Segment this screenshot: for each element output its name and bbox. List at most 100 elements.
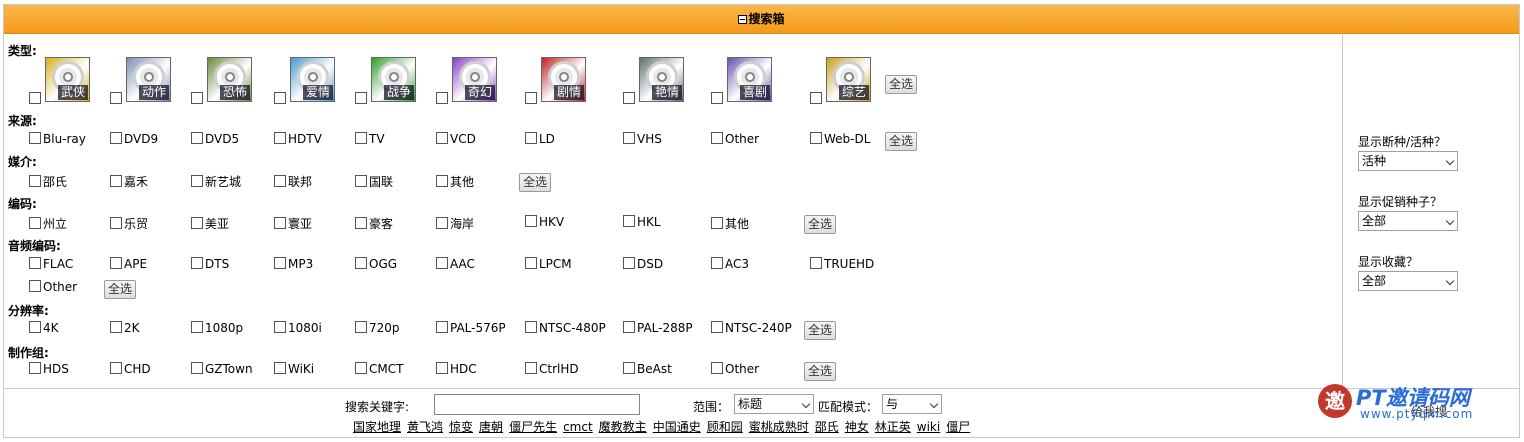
team-option[interactable]: CHD [110,362,151,376]
audio-checkbox[interactable] [274,257,286,269]
type-disc-icon[interactable]: 奇幻 [452,57,497,102]
codec-checkbox[interactable] [623,215,635,227]
resolution-checkbox[interactable] [274,321,286,333]
medium-checkbox[interactable] [29,175,41,187]
resolution-option[interactable]: 1080p [191,321,243,335]
audio-checkbox[interactable] [436,257,448,269]
team-checkbox[interactable] [29,362,41,374]
hot-keyword-link[interactable]: 惊变 [449,420,473,434]
source-checkbox[interactable] [525,132,537,144]
codec-checkbox[interactable] [274,217,286,229]
hot-keyword-link[interactable]: wiki [917,420,940,434]
source-checkbox[interactable] [436,132,448,144]
team-option[interactable]: Other [711,362,759,376]
source-checkbox[interactable] [711,132,723,144]
codec-option[interactable]: 美亚 [191,215,229,232]
hot-keyword-link[interactable]: 邵氏 [815,420,839,434]
resolution-select-all-button[interactable]: 全选 [804,321,837,340]
medium-option[interactable]: 嘉禾 [110,173,148,190]
source-checkbox[interactable] [274,132,286,144]
hot-keyword-link[interactable]: 黄飞鸿 [407,420,443,434]
keyword-input[interactable] [434,394,640,415]
type-checkbox[interactable] [355,92,367,104]
source-option[interactable]: TV [355,132,385,146]
source-option[interactable]: DVD9 [110,132,158,146]
codec-option[interactable]: 豪客 [355,215,393,232]
medium-option[interactable]: 其他 [436,173,474,190]
team-option[interactable]: BeAst [623,362,672,376]
audio-checkbox[interactable] [623,257,635,269]
codec-select-all-button[interactable]: 全选 [804,215,837,234]
team-checkbox[interactable] [191,362,203,374]
team-checkbox[interactable] [436,362,448,374]
source-checkbox[interactable] [191,132,203,144]
medium-option[interactable]: 邵氏 [29,173,67,190]
type-checkbox[interactable] [191,92,203,104]
hot-keyword-link[interactable]: 僵尸 [946,420,970,434]
source-option[interactable]: VCD [436,132,476,146]
audio-option[interactable]: OGG [355,257,397,271]
hot-keyword-link[interactable]: 神女 [845,420,869,434]
resolution-checkbox[interactable] [623,321,635,333]
codec-checkbox[interactable] [29,217,41,229]
team-select-all-button[interactable]: 全选 [804,362,837,381]
resolution-checkbox[interactable] [711,321,723,333]
team-checkbox[interactable] [110,362,122,374]
dead-select[interactable]: 活种 [1358,151,1458,171]
type-checkbox[interactable] [525,92,537,104]
codec-option[interactable]: 其他 [711,215,749,232]
codec-checkbox[interactable] [711,217,723,229]
type-select-all-button[interactable]: 全选 [885,75,918,94]
audio-option[interactable]: DTS [191,257,229,271]
type-checkbox[interactable] [29,92,41,104]
type-checkbox[interactable] [810,92,822,104]
medium-select-all-button[interactable]: 全选 [519,173,552,192]
audio-option[interactable]: AAC [436,257,475,271]
medium-checkbox[interactable] [110,175,122,187]
resolution-option[interactable]: 4K [29,321,59,335]
source-option[interactable]: Blu-ray [29,132,86,146]
type-checkbox[interactable] [623,92,635,104]
audio-option[interactable]: AC3 [711,257,749,271]
source-checkbox[interactable] [29,132,41,144]
type-checkbox[interactable] [110,92,122,104]
resolution-checkbox[interactable] [436,321,448,333]
audio-checkbox[interactable] [110,257,122,269]
team-option[interactable]: HDS [29,362,69,376]
type-disc-icon[interactable]: 动作 [126,57,171,102]
audio-checkbox[interactable] [525,257,537,269]
type-disc-icon[interactable]: 艳情 [639,57,684,102]
codec-option[interactable]: 寰亚 [274,215,312,232]
audio-option[interactable]: FLAC [29,257,73,271]
source-checkbox[interactable] [110,132,122,144]
hot-keyword-link[interactable]: 僵尸先生 [509,420,557,434]
audio-option[interactable]: MP3 [274,257,313,271]
team-checkbox[interactable] [623,362,635,374]
type-checkbox[interactable] [711,92,723,104]
medium-option[interactable]: 新艺城 [191,173,241,190]
team-checkbox[interactable] [355,362,367,374]
hot-keyword-link[interactable]: cmct [563,420,593,434]
source-select-all-button[interactable]: 全选 [885,132,918,151]
source-option[interactable]: LD [525,132,555,146]
resolution-checkbox[interactable] [191,321,203,333]
codec-option[interactable]: HKV [525,215,564,229]
audio-option[interactable]: LPCM [525,257,572,271]
medium-option[interactable]: 国联 [355,173,393,190]
codec-checkbox[interactable] [355,217,367,229]
audio-option[interactable]: TRUEHD [810,257,874,271]
audio-select-all-button[interactable]: 全选 [104,280,137,299]
audio-checkbox[interactable] [191,257,203,269]
team-option[interactable]: GZTown [191,362,253,376]
mode-select[interactable]: 与 [882,394,942,414]
hot-keyword-link[interactable]: 国家地理 [353,420,401,434]
resolution-option[interactable]: NTSC-240P [711,321,792,335]
audio-checkbox[interactable] [810,257,822,269]
medium-option[interactable]: 联邦 [274,173,312,190]
team-option[interactable]: CMCT [355,362,403,376]
codec-checkbox[interactable] [436,217,448,229]
resolution-option[interactable]: 720p [355,321,400,335]
promo-select[interactable]: 全部 [1358,211,1458,231]
source-option[interactable]: HDTV [274,132,322,146]
audio-option[interactable]: APE [110,257,147,271]
